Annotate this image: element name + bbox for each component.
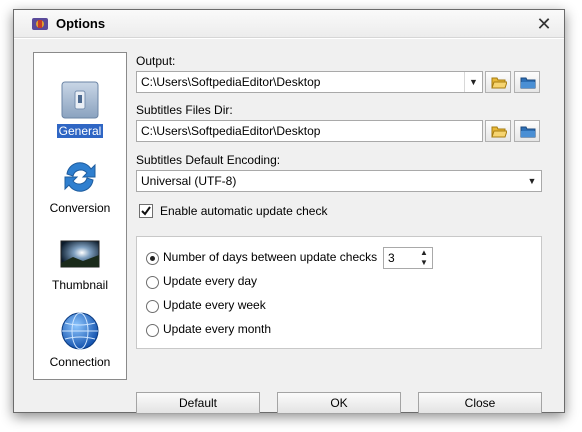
spinner-arrows-icon[interactable]: ▲ ▼ — [416, 248, 432, 268]
days-spinner[interactable]: 3 ▲ ▼ — [383, 247, 433, 269]
output-combo[interactable]: C:\Users\SoftpediaEditor\Desktop ▼ — [136, 71, 483, 93]
radio-every-week-label: Update every week — [163, 298, 266, 312]
radio-every-month[interactable] — [146, 324, 159, 337]
subtitles-dir-value: C:\Users\SoftpediaEditor\Desktop — [141, 124, 321, 138]
radio-every-day[interactable] — [146, 276, 159, 289]
close-icon[interactable]: ✕ — [534, 14, 554, 34]
options-dialog: Options ✕ General Conversion Thumbnail C… — [13, 9, 565, 414]
radio-every-week[interactable] — [146, 300, 159, 313]
output-value: C:\Users\SoftpediaEditor\Desktop — [141, 75, 321, 89]
update-frequency-group: Number of days between update checks 3 ▲… — [136, 236, 542, 349]
window-title: Options — [56, 16, 106, 31]
subtitles-dir-input[interactable]: C:\Users\SoftpediaEditor\Desktop — [136, 120, 483, 142]
switch-icon — [59, 79, 101, 121]
title-bar: Options ✕ — [14, 10, 564, 38]
app-icon — [32, 17, 48, 31]
nav-item-thumbnail[interactable]: Thumbnail — [34, 233, 126, 305]
nav-item-general[interactable]: General — [34, 79, 126, 151]
chevron-down-icon[interactable]: ▼ — [464, 72, 482, 92]
nav-label-conversion: Conversion — [49, 201, 111, 215]
blue-folder-icon — [520, 126, 536, 138]
radio-days-between-label: Number of days between update checks — [163, 250, 378, 264]
open-subs-folder-button[interactable] — [514, 120, 540, 142]
close-button[interactable]: Close — [418, 392, 542, 414]
nav-item-connection[interactable]: Connection — [34, 310, 126, 382]
dialog-body: General Conversion Thumbnail Connection … — [14, 39, 564, 414]
browse-folder-button[interactable] — [485, 71, 511, 93]
blue-folder-icon — [520, 77, 536, 89]
globe-icon — [59, 310, 101, 352]
nav-label-thumbnail: Thumbnail — [51, 278, 109, 292]
update-check-label: Enable automatic update check — [160, 204, 328, 218]
category-sidebar: General Conversion Thumbnail Connection — [33, 52, 127, 380]
nav-label-connection: Connection — [49, 355, 111, 369]
days-value: 3 — [388, 251, 395, 265]
encoding-value: Universal (UTF-8) — [141, 174, 237, 188]
subtitles-dir-label: Subtitles Files Dir: — [136, 103, 233, 117]
refresh-arrows-icon — [59, 156, 101, 198]
encoding-select[interactable]: Universal (UTF-8) ▼ — [136, 170, 542, 192]
default-button[interactable]: Default — [136, 392, 260, 414]
radio-every-month-label: Update every month — [163, 322, 272, 336]
update-check-checkbox[interactable] — [139, 204, 153, 218]
nav-label-general: General — [55, 123, 105, 139]
radio-every-day-label: Update every day — [163, 274, 258, 288]
nav-item-conversion[interactable]: Conversion — [34, 156, 126, 228]
checkmark-icon — [141, 206, 151, 216]
open-folder-button[interactable] — [514, 71, 540, 93]
radio-days-between[interactable] — [146, 252, 159, 265]
chevron-down-icon[interactable]: ▼ — [523, 171, 541, 191]
output-label: Output: — [136, 54, 176, 68]
encoding-label: Subtitles Default Encoding: — [136, 153, 281, 167]
image-thumbnail-icon — [59, 233, 101, 275]
folder-open-icon — [491, 77, 507, 89]
browse-subs-folder-button[interactable] — [485, 120, 511, 142]
folder-open-icon — [491, 126, 507, 138]
ok-button[interactable]: OK — [277, 392, 401, 414]
